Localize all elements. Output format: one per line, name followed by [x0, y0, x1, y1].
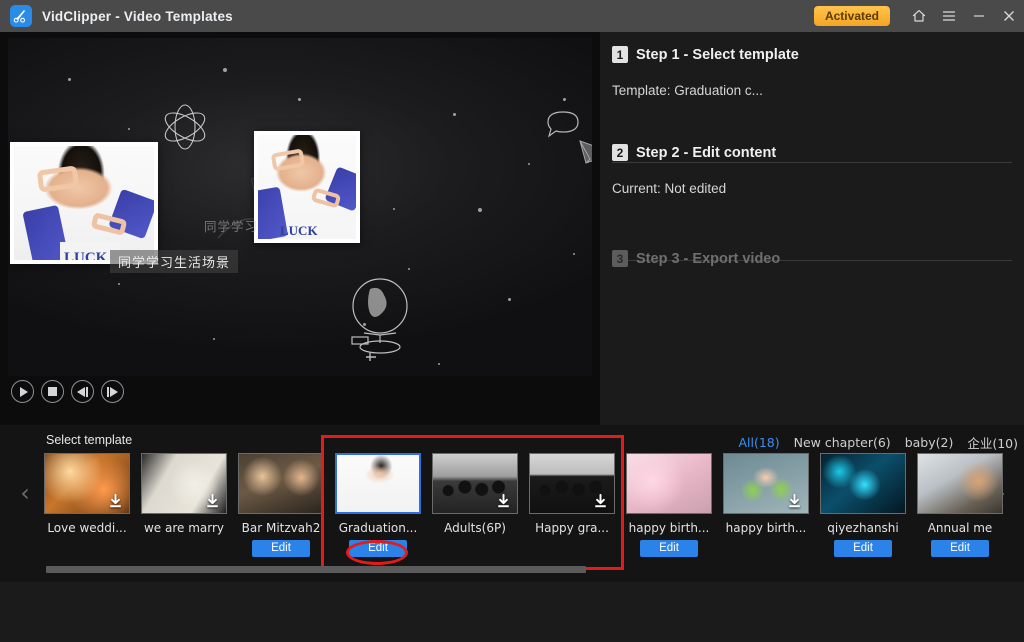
- template-name: Happy gra...: [535, 521, 609, 535]
- step-3-number: 3: [612, 250, 628, 267]
- atom-chalk-icon: [156, 98, 214, 161]
- video-preview-panel: LUCK LUCK 同学学习 同学学习生活场景: [0, 32, 600, 425]
- category-tab-baby[interactable]: baby(2): [905, 435, 954, 450]
- transport-controls: 00:00:06.492 00:00:46.486: [0, 372, 600, 422]
- title-bar: VidClipper - Video Templates Activated: [0, 0, 1024, 32]
- template-name: qiyezhanshi: [827, 521, 899, 535]
- download-icon[interactable]: [787, 493, 802, 509]
- template-horizontal-scrollbar[interactable]: [46, 566, 586, 573]
- edit-button[interactable]: Edit: [931, 540, 989, 557]
- template-name: happy birth...: [725, 521, 807, 535]
- step-2-detail: Current: Not edited: [612, 181, 1012, 196]
- template-card-3[interactable]: Bar Mitzvah2 Edit: [238, 453, 324, 557]
- globe-chalk-icon: [346, 273, 418, 374]
- preview-caption-secondary: 同学学习: [204, 219, 259, 234]
- template-thumbnail[interactable]: [335, 453, 421, 514]
- edit-button[interactable]: Edit: [834, 540, 892, 557]
- activated-badge[interactable]: Activated: [813, 6, 890, 26]
- step-3-title: Step 3 - Export video: [636, 250, 781, 267]
- video-canvas[interactable]: LUCK LUCK 同学学习 同学学习生活场景: [8, 38, 592, 376]
- close-icon[interactable]: [994, 0, 1024, 32]
- output-bar: Output: Directory Open Export: [0, 582, 1024, 642]
- template-thumbnail[interactable]: [141, 453, 227, 514]
- template-name: we are marry: [143, 521, 225, 535]
- download-icon[interactable]: [593, 493, 608, 509]
- template-thumbnail[interactable]: [238, 453, 324, 514]
- template-name: Bar Mitzvah2: [241, 521, 321, 535]
- download-icon[interactable]: [205, 493, 220, 509]
- template-thumbnail[interactable]: [820, 453, 906, 514]
- template-card-10[interactable]: Annual me Edit: [917, 453, 1003, 557]
- step-2-title: Step 2 - Edit content: [636, 144, 777, 161]
- category-tab-all[interactable]: All(18): [738, 435, 779, 450]
- category-tabs: All(18) New chapter(6) baby(2) 企业(10): [738, 433, 1018, 452]
- step-1-detail-value: Graduation c...: [674, 83, 763, 98]
- step-2-detail-value: Not edited: [664, 181, 727, 196]
- chevron-left-icon[interactable]: ‹: [12, 470, 38, 516]
- template-thumbnail[interactable]: [529, 453, 615, 514]
- preview-photo-right: LUCK: [254, 131, 360, 243]
- category-tab-enterprise[interactable]: 企业(10): [967, 433, 1018, 452]
- template-card-2[interactable]: we are marry: [141, 453, 227, 535]
- next-frame-icon[interactable]: [101, 380, 124, 403]
- vidclipper-logo-icon: [10, 5, 32, 27]
- template-name: Annual me: [927, 521, 993, 535]
- stop-icon[interactable]: [41, 380, 64, 403]
- window-title: VidClipper - Video Templates: [42, 8, 233, 24]
- step-3[interactable]: 3 Step 3 - Export video: [612, 250, 1012, 267]
- paper-plane-chalk-icon: [578, 133, 592, 178]
- template-card-8[interactable]: happy birth...: [723, 453, 809, 535]
- category-tab-new-chapter[interactable]: New chapter(6): [794, 435, 891, 450]
- step-1-title: Step 1 - Select template: [636, 46, 799, 63]
- template-name: Love weddi...: [47, 521, 127, 535]
- template-thumbnail[interactable]: [432, 453, 518, 514]
- hamburger-menu-icon[interactable]: [934, 0, 964, 32]
- step-2[interactable]: 2 Step 2 - Edit content Current: Not edi…: [612, 144, 1012, 196]
- template-card-7[interactable]: happy birth... Edit: [626, 453, 712, 557]
- select-template-label: Select template: [46, 433, 133, 447]
- template-name: Adults(6P): [444, 521, 506, 535]
- download-icon[interactable]: [496, 493, 511, 509]
- template-thumbnail[interactable]: [723, 453, 809, 514]
- home-icon[interactable]: [904, 0, 934, 32]
- preview-photo-left: LUCK: [10, 142, 158, 264]
- minimize-icon[interactable]: [964, 0, 994, 32]
- template-card-4[interactable]: Graduation... Edit: [335, 453, 421, 557]
- template-name: happy birth...: [628, 521, 710, 535]
- edit-button[interactable]: Edit: [349, 540, 407, 557]
- step-1-number: 1: [612, 46, 628, 63]
- template-card-5[interactable]: Adults(6P): [432, 453, 518, 535]
- step-1[interactable]: 1 Step 1 - Select template Template: Gra…: [612, 46, 1012, 98]
- download-icon[interactable]: [108, 493, 123, 509]
- template-name: Graduation...: [338, 521, 418, 535]
- template-thumbnail[interactable]: [44, 453, 130, 514]
- template-card-6[interactable]: Happy gra...: [529, 453, 615, 535]
- step-1-detail-label: Template:: [612, 83, 671, 98]
- preview-caption-main: 同学学习生活场景: [110, 250, 239, 273]
- step-2-detail-label: Current:: [612, 181, 661, 196]
- edit-button[interactable]: Edit: [252, 540, 310, 557]
- template-thumbnail[interactable]: [626, 453, 712, 514]
- template-card-1[interactable]: Love weddi...: [44, 453, 130, 535]
- steps-panel: 1 Step 1 - Select template Template: Gra…: [600, 32, 1024, 425]
- vidclipper-window: VidClipper - Video Templates Activated L…: [0, 0, 1024, 642]
- step-2-number: 2: [612, 144, 628, 161]
- step-1-detail: Template: Graduation c...: [612, 83, 1012, 98]
- template-card-list: Love weddi... we are marry Bar Mitzvah2 Edi…: [44, 453, 1003, 565]
- edit-button[interactable]: Edit: [640, 540, 698, 557]
- template-thumbnail[interactable]: [917, 453, 1003, 514]
- template-card-9[interactable]: qiyezhanshi Edit: [820, 453, 906, 557]
- play-icon[interactable]: [11, 380, 34, 403]
- previous-frame-icon[interactable]: [71, 380, 94, 403]
